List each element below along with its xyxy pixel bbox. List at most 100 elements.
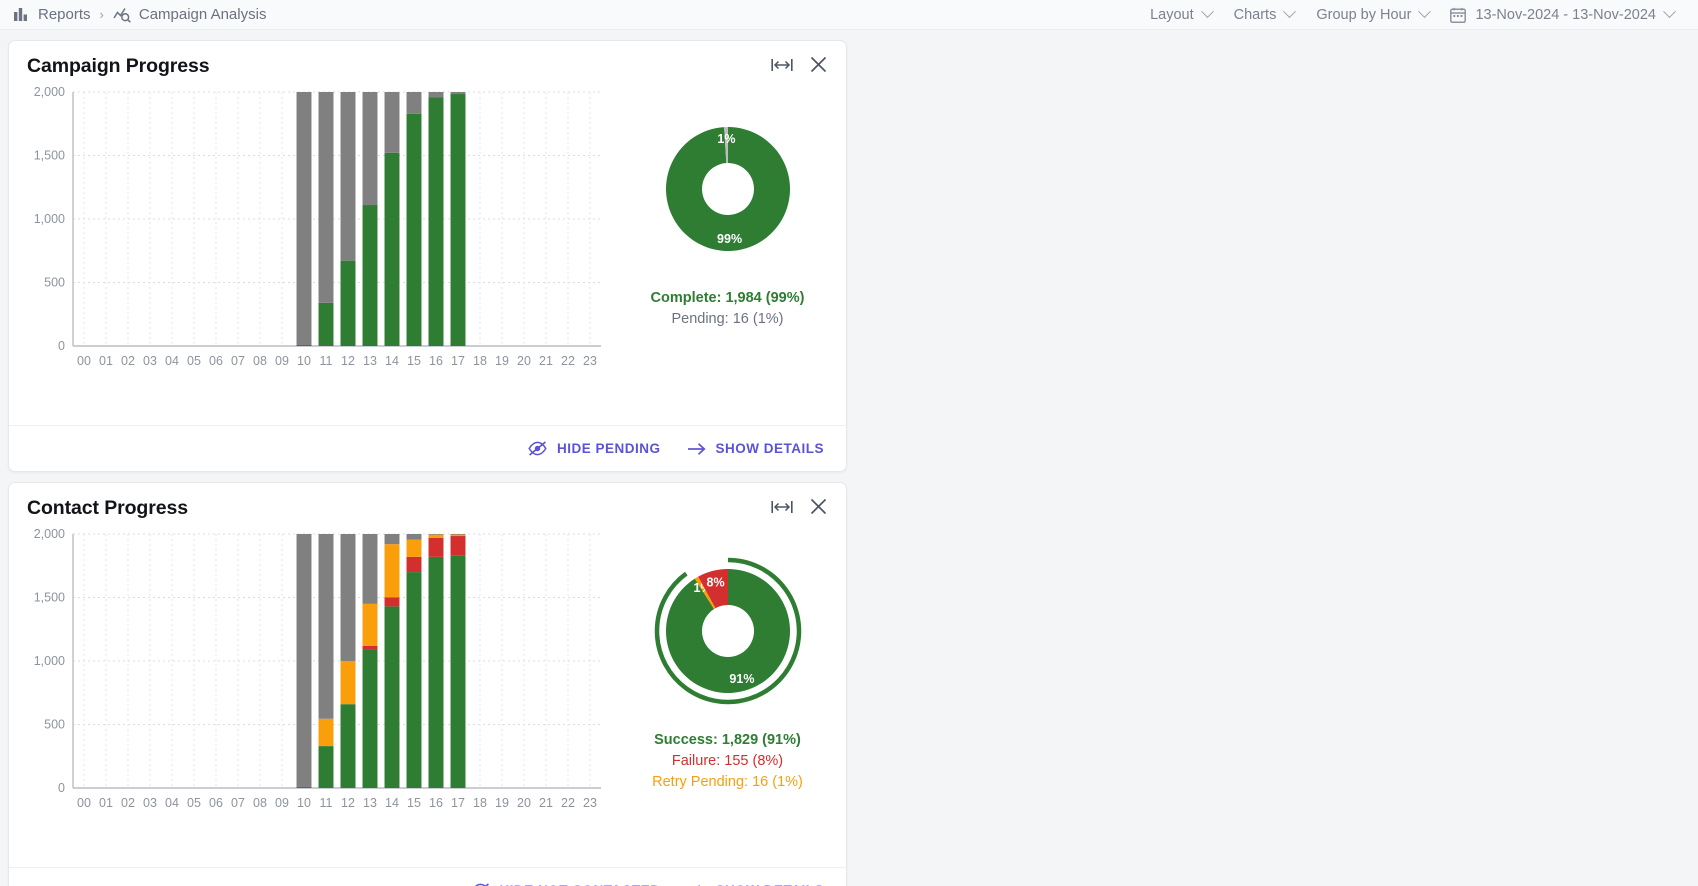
close-icon[interactable]: [809, 55, 828, 74]
contact-progress-donut-area: 91%1%8% Success: 1,829 (91%) Failure: 15…: [615, 524, 840, 867]
top-navigation-bar: Reports › Campaign Analysis Layout Chart…: [0, 0, 1698, 30]
svg-text:11: 11: [320, 796, 333, 810]
svg-text:00: 00: [77, 354, 91, 368]
contact-progress-tools: [771, 497, 828, 516]
svg-text:16: 16: [429, 354, 443, 368]
campaign-progress-title: Campaign Progress: [27, 55, 210, 78]
svg-text:05: 05: [187, 796, 201, 810]
contact-progress-title: Contact Progress: [27, 497, 188, 520]
svg-text:19: 19: [495, 796, 509, 810]
svg-text:05: 05: [187, 354, 201, 368]
svg-text:15: 15: [407, 354, 421, 368]
svg-text:12: 12: [341, 354, 355, 368]
breadcrumb-item-campaign-analysis[interactable]: Campaign Analysis: [113, 6, 267, 23]
svg-text:10: 10: [297, 796, 311, 810]
svg-text:2,000: 2,000: [34, 85, 65, 99]
svg-text:0: 0: [58, 781, 65, 795]
svg-text:09: 09: [275, 354, 289, 368]
show-details-button[interactable]: SHOW DETAILS: [687, 441, 825, 456]
legend-retry-pending: Retry Pending: 16 (1%): [652, 772, 803, 793]
svg-text:13: 13: [363, 796, 377, 810]
resize-width-icon[interactable]: [771, 57, 793, 73]
campaign-progress-footer: HIDE PENDING SHOW DETAILS: [9, 425, 846, 471]
svg-text:2,000: 2,000: [34, 527, 65, 541]
svg-text:22: 22: [561, 354, 575, 368]
layout-menu-button[interactable]: Layout: [1139, 4, 1223, 26]
svg-text:22: 22: [561, 796, 575, 810]
contact-progress-header: Contact Progress: [9, 483, 846, 520]
svg-text:20: 20: [517, 796, 531, 810]
svg-text:14: 14: [385, 354, 399, 368]
contact-progress-footer: HIDE NOT CONTACTED SHOW DETAILS: [9, 867, 846, 886]
charts-menu-button[interactable]: Charts: [1223, 4, 1306, 26]
analytics-search-icon: [113, 7, 132, 23]
breadcrumb: Reports › Campaign Analysis: [14, 6, 266, 23]
svg-text:10: 10: [297, 354, 311, 368]
svg-text:07: 07: [231, 354, 245, 368]
contact-progress-legend: Success: 1,829 (91%) Failure: 155 (8%) R…: [652, 730, 803, 793]
group-by-menu-button[interactable]: Group by Hour: [1305, 4, 1440, 26]
svg-text:01: 01: [99, 796, 113, 810]
campaign-progress-header: Campaign Progress: [9, 41, 846, 78]
contact-progress-bar-chart: 05001,0001,5002,000000102030405060708091…: [15, 524, 615, 867]
charts-menu-label: Charts: [1234, 7, 1277, 23]
svg-text:17: 17: [451, 796, 465, 810]
close-icon[interactable]: [809, 497, 828, 516]
svg-text:08: 08: [253, 354, 267, 368]
svg-text:06: 06: [209, 796, 223, 810]
svg-text:8%: 8%: [706, 576, 724, 590]
svg-text:01: 01: [99, 354, 113, 368]
campaign-progress-card: Campaign Progress: [8, 40, 847, 472]
date-range-label: 13-Nov-2024 - 13-Nov-2024: [1475, 7, 1656, 23]
chevron-down-icon: [1283, 5, 1296, 18]
hide-pending-label: HIDE PENDING: [557, 441, 661, 456]
svg-text:15: 15: [407, 796, 421, 810]
chevron-down-icon: [1419, 5, 1432, 18]
svg-text:91%: 91%: [729, 672, 754, 686]
svg-text:13: 13: [363, 354, 377, 368]
svg-text:18: 18: [473, 354, 487, 368]
svg-text:08: 08: [253, 796, 267, 810]
svg-text:1,000: 1,000: [34, 212, 65, 226]
chevron-down-icon: [1663, 5, 1676, 18]
svg-text:04: 04: [165, 796, 179, 810]
svg-text:04: 04: [165, 354, 179, 368]
hide-pending-button[interactable]: HIDE PENDING: [528, 441, 661, 456]
campaign-progress-legend: Complete: 1,984 (99%) Pending: 16 (1%): [651, 288, 805, 330]
svg-text:21: 21: [539, 796, 553, 810]
topbar-controls: Layout Charts Group by Hour: [1139, 4, 1684, 26]
layout-menu-label: Layout: [1150, 7, 1194, 23]
svg-text:12: 12: [341, 796, 355, 810]
group-by-menu-label: Group by Hour: [1316, 7, 1411, 23]
resize-width-icon[interactable]: [771, 499, 793, 515]
svg-text:1,500: 1,500: [34, 149, 65, 163]
chevron-down-icon: [1201, 5, 1214, 18]
svg-text:500: 500: [44, 718, 65, 732]
svg-text:02: 02: [121, 796, 135, 810]
svg-text:00: 00: [77, 796, 91, 810]
contact-progress-body: 05001,0001,5002,000000102030405060708091…: [9, 520, 846, 867]
svg-text:18: 18: [473, 796, 487, 810]
svg-text:06: 06: [209, 354, 223, 368]
contact-progress-donut: 91%1%8%: [643, 546, 813, 716]
contact-progress-card: Contact Progress: [8, 482, 847, 886]
svg-text:23: 23: [583, 796, 597, 810]
eye-off-icon: [528, 441, 547, 456]
calendar-icon: [1450, 7, 1466, 23]
svg-text:11: 11: [320, 354, 333, 368]
svg-text:0: 0: [58, 339, 65, 353]
svg-text:09: 09: [275, 796, 289, 810]
svg-text:500: 500: [44, 276, 65, 290]
svg-text:19: 19: [495, 354, 509, 368]
date-range-picker[interactable]: 13-Nov-2024 - 13-Nov-2024: [1440, 4, 1684, 26]
arrow-right-icon: [687, 442, 706, 456]
svg-text:07: 07: [231, 796, 245, 810]
campaign-progress-tools: [771, 55, 828, 74]
legend-pending: Pending: 16 (1%): [651, 309, 805, 330]
dashboard-board: Campaign Progress: [0, 30, 1698, 886]
breadcrumb-item-reports[interactable]: Reports: [14, 6, 91, 23]
svg-text:23: 23: [583, 354, 597, 368]
svg-text:14: 14: [385, 796, 399, 810]
breadcrumb-label-campaign-analysis: Campaign Analysis: [139, 6, 267, 23]
legend-failure: Failure: 155 (8%): [652, 751, 803, 772]
